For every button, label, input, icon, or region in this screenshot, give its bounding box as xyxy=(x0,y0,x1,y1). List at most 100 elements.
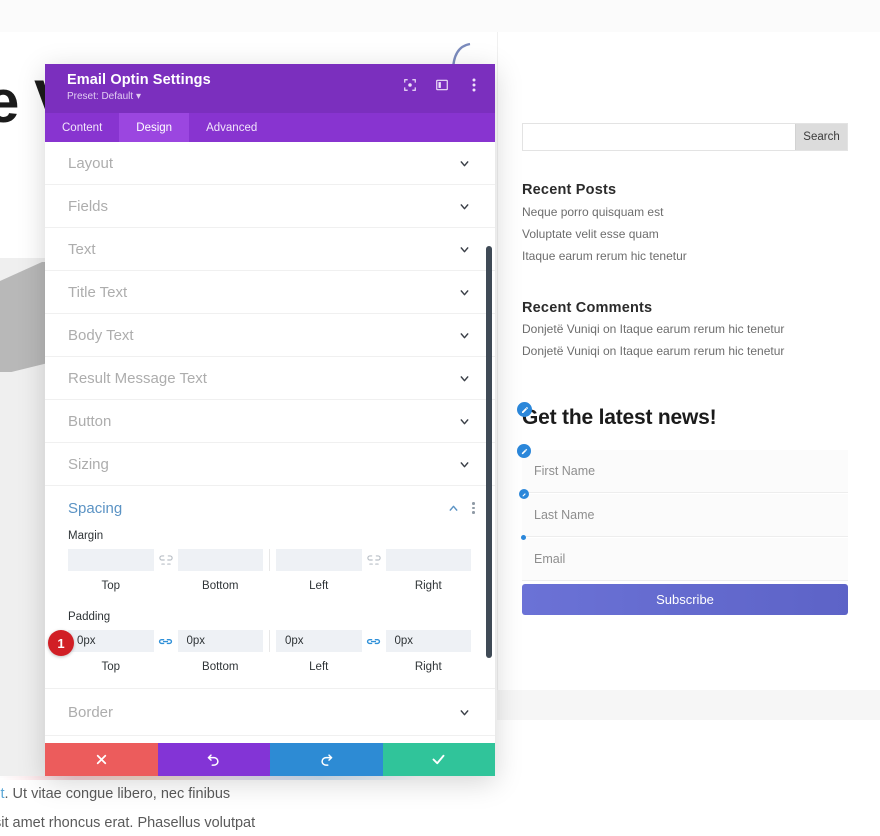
margin-captions: Top Bottom Left Right xyxy=(68,571,471,593)
chevron-down-icon xyxy=(458,243,471,256)
tab-content[interactable]: Content xyxy=(45,113,119,142)
focus-icon[interactable] xyxy=(402,77,417,92)
edit-pencil-icon[interactable] xyxy=(519,489,529,499)
page-top-strip xyxy=(0,0,880,32)
padding-bottom-cell xyxy=(177,630,263,652)
section-label: Fields xyxy=(68,197,109,215)
edit-pencil-icon[interactable] xyxy=(517,402,532,417)
section-label: Button xyxy=(68,412,112,430)
body-paragraph-line-1: lit. Ut vitae congue libero, nec finibus xyxy=(0,786,230,802)
divider xyxy=(269,549,270,571)
section-border[interactable]: Border xyxy=(45,689,495,736)
modal-preset-selector[interactable]: Preset: Default ▾ xyxy=(67,91,479,102)
margin-bottom-caption: Bottom xyxy=(202,580,239,592)
chevron-down-icon xyxy=(458,458,471,471)
padding-right-input[interactable] xyxy=(385,630,471,652)
kebab-menu-icon[interactable] xyxy=(466,77,481,92)
section-label: Layout xyxy=(68,154,114,172)
list-item[interactable]: Itaque earum rerum hic tenetur xyxy=(522,249,687,263)
padding-left-input[interactable] xyxy=(276,630,362,652)
email-field[interactable]: Email xyxy=(522,538,848,581)
last-name-field[interactable]: Last Name xyxy=(522,494,848,537)
edit-pencil-icon[interactable] xyxy=(517,444,531,458)
margin-left-input[interactable] xyxy=(276,549,362,571)
margin-link-left-right-icon[interactable] xyxy=(362,555,386,565)
section-fields[interactable]: Fields xyxy=(45,185,495,228)
section-title-text[interactable]: Title Text xyxy=(45,271,495,314)
kebab-menu-icon[interactable] xyxy=(472,502,475,514)
page-grey-strip xyxy=(497,690,880,720)
subscribe-button[interactable]: Subscribe xyxy=(522,584,848,615)
save-button[interactable] xyxy=(382,743,495,776)
divider xyxy=(269,630,270,652)
margin-left-caption: Left xyxy=(309,580,329,592)
body-paragraph-line-2: sit amet rhoncus erat. Phasellus volutpa… xyxy=(0,815,255,831)
spacing-header[interactable]: Spacing xyxy=(45,486,495,530)
padding-inputs xyxy=(68,630,471,652)
tab-advanced[interactable]: Advanced xyxy=(189,113,274,142)
screenshot-root: e V lit. Ut vitae congue libero, nec fin… xyxy=(0,0,880,836)
first-name-placeholder: First Name xyxy=(534,464,596,478)
redo-button[interactable] xyxy=(270,743,383,776)
section-body-text[interactable]: Body Text xyxy=(45,314,495,357)
body-text: sit amet rhoncus erat. Phasellus volutpa… xyxy=(0,815,256,831)
padding-top-cell xyxy=(68,630,154,652)
padding-right-caption: Right xyxy=(414,661,442,673)
padding-top-caption: Top xyxy=(101,661,121,673)
list-item[interactable]: Voluptate velit esse quam xyxy=(522,227,659,241)
margin-right-input[interactable] xyxy=(385,549,471,571)
search-widget: Search xyxy=(522,123,848,151)
chevron-up-icon[interactable] xyxy=(447,502,460,515)
section-sizing[interactable]: Sizing xyxy=(45,443,495,486)
list-item[interactable]: Donjetë Vuniqi on Itaque earum rerum hic… xyxy=(522,344,784,358)
padding-left-right xyxy=(276,630,471,652)
margin-top-cell xyxy=(68,549,154,571)
search-input[interactable] xyxy=(523,124,795,150)
section-label: Text xyxy=(68,240,96,258)
padding-bottom-caption: Bottom xyxy=(202,661,239,673)
section-button[interactable]: Button xyxy=(45,400,495,443)
chevron-down-icon xyxy=(458,706,471,719)
section-label: Body Text xyxy=(68,326,134,344)
optin-title: Get the latest news! xyxy=(522,406,717,429)
margin-bottom-cell xyxy=(177,549,263,571)
padding-left-cell xyxy=(276,630,362,652)
panel-layout-icon[interactable] xyxy=(434,77,449,92)
search-button[interactable]: Search xyxy=(795,124,847,150)
chevron-down-icon xyxy=(458,329,471,342)
margin-top-bottom xyxy=(68,549,263,571)
close-icon xyxy=(95,753,108,766)
margin-top-input[interactable] xyxy=(68,549,154,571)
section-result-message-text[interactable]: Result Message Text xyxy=(45,357,495,400)
padding-top-bottom xyxy=(68,630,263,652)
redo-icon xyxy=(319,752,334,767)
chevron-down-icon xyxy=(458,286,471,299)
padding-bottom-input[interactable] xyxy=(177,630,263,652)
margin-top-caption: Top xyxy=(101,580,121,592)
section-label: Sizing xyxy=(68,455,109,473)
padding-link-top-bottom-icon[interactable] xyxy=(154,636,178,647)
tab-design[interactable]: Design xyxy=(119,113,190,142)
margin-bottom-input[interactable] xyxy=(177,549,263,571)
body-text: . Ut vitae congue libero, nec finibus xyxy=(4,786,231,802)
list-item[interactable]: Donjetë Vuniqi on Itaque earum rerum hic… xyxy=(522,322,784,336)
modal-tabs: Content Design Advanced xyxy=(45,113,495,142)
margin-link-top-bottom-icon[interactable] xyxy=(154,555,178,565)
chevron-down-icon xyxy=(458,372,471,385)
email-placeholder: Email xyxy=(534,552,566,566)
section-text[interactable]: Text xyxy=(45,228,495,271)
padding-link-left-right-icon[interactable] xyxy=(362,636,386,647)
section-layout[interactable]: Layout xyxy=(45,142,495,185)
edit-dot-icon[interactable] xyxy=(521,535,526,540)
gradient-divider xyxy=(0,776,420,780)
annotation-badge-1: 1 xyxy=(48,630,74,656)
padding-top-input[interactable] xyxy=(68,630,154,652)
undo-button[interactable] xyxy=(157,743,270,776)
list-item[interactable]: Neque porro quisquam est xyxy=(522,205,663,219)
padding-label: Padding xyxy=(68,611,111,623)
section-spacing: Spacing Margin Top Bottom Left Right Pad… xyxy=(45,486,495,689)
settings-scrollbar[interactable] xyxy=(486,246,492,658)
cancel-button[interactable] xyxy=(45,743,158,776)
first-name-field[interactable]: First Name xyxy=(522,450,848,493)
settings-scroll-area: Layout Fields Text Title Text Body Text xyxy=(45,142,495,743)
